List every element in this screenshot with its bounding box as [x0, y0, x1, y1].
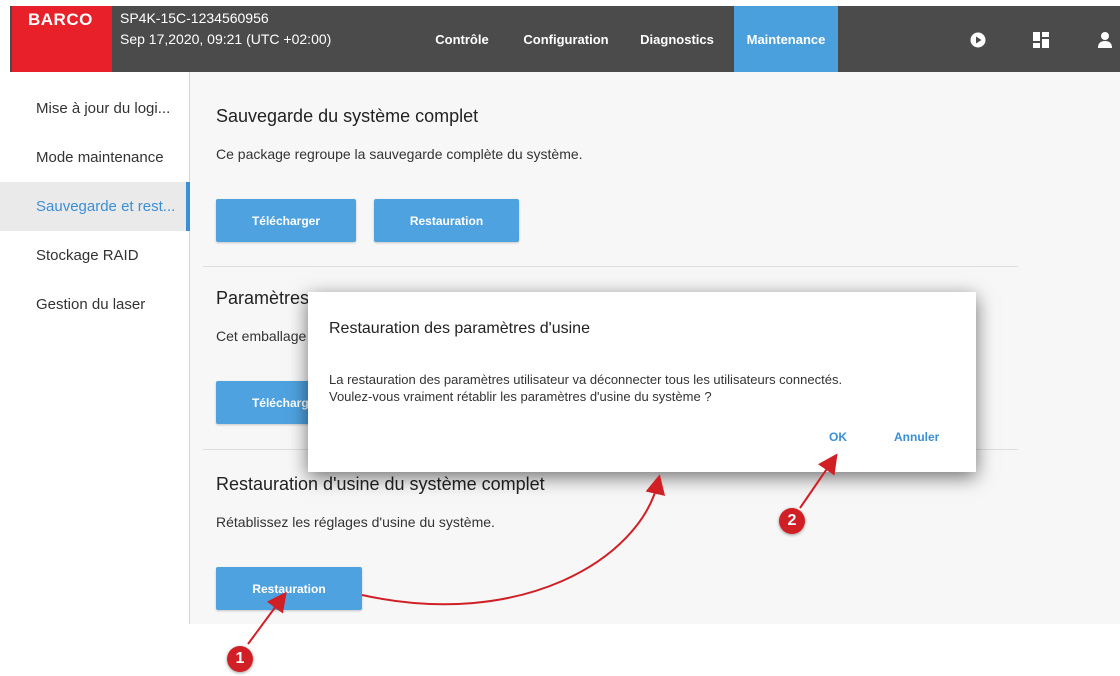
arrow-button-to-dialog: [361, 474, 666, 606]
callout-1: 1: [227, 646, 253, 672]
annotation-arrows: [247, 453, 838, 645]
arrow-1-to-button: [247, 591, 287, 645]
callout-2: 2: [779, 508, 805, 534]
screen: BARCO SP4K-15C-1234560956 Sep 17,2020, 0…: [0, 0, 1120, 676]
arrow-2-to-ok: [799, 453, 838, 509]
